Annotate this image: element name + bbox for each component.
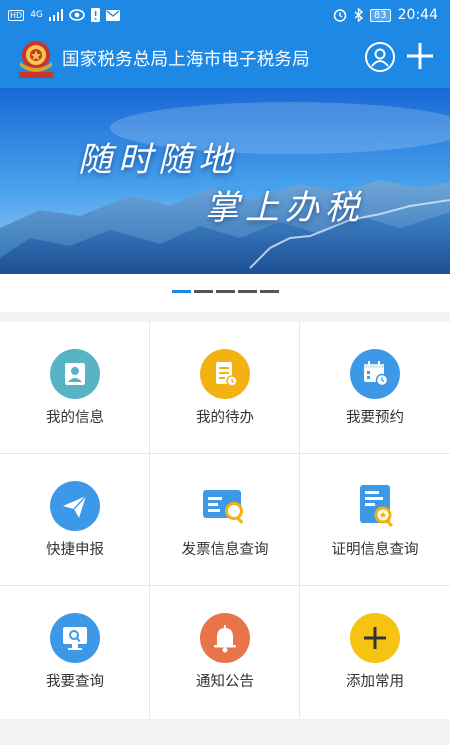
paper-plane-icon (50, 481, 100, 531)
carousel-dot[interactable] (194, 290, 213, 293)
add-button[interactable] (404, 40, 436, 72)
status-bar: HD 4G 83 20:44 (0, 0, 450, 32)
network-badge: 4G (30, 10, 43, 20)
bell-icon (200, 613, 250, 663)
app-title: 国家税务总局上海市电子税务局 (62, 50, 310, 70)
grid-item-label: 快捷申报 (46, 542, 104, 558)
grid-item-label: 我的信息 (46, 410, 104, 426)
invoice-search-icon (203, 490, 244, 524)
grid-item-my-info[interactable]: 我的信息 (0, 322, 150, 454)
user-icon (371, 48, 389, 67)
signal-icon (48, 9, 63, 21)
grid-item-label: 添加常用 (346, 674, 404, 690)
alarm-icon (333, 9, 347, 22)
status-right-icons: 83 20:44 (333, 7, 438, 23)
grid-item-label: 我要查询 (46, 674, 104, 690)
grid-item-invoice-query[interactable]: 发票信息查询 (150, 454, 300, 586)
mail-icon (105, 9, 120, 21)
carousel-indicators (172, 290, 279, 293)
monitor-search-icon (50, 613, 100, 663)
banner-headline-1: 随时随地 (78, 140, 238, 180)
grid-item-quick-declare[interactable]: 快捷申报 (0, 454, 150, 586)
app-bar: 国家税务总局上海市电子税务局 (0, 32, 450, 88)
grid-item-appointment[interactable]: 我要预约 (300, 322, 450, 454)
grid-item-my-todo[interactable]: 我的待办 (150, 322, 300, 454)
bottom-background (0, 719, 450, 745)
todo-icon (200, 349, 250, 399)
grid-item-add-favorite[interactable]: 添加常用 (300, 586, 450, 718)
grid-item-label: 我要预约 (346, 410, 404, 426)
grid-item-query[interactable]: 我要查询 (0, 586, 150, 718)
person-icon (50, 349, 100, 399)
add-icon (350, 613, 400, 663)
user-profile-button[interactable] (365, 42, 395, 72)
feature-grid: 我的信息 我的待办 我要预约 快捷申报 发票信息查询 证明信息查询 我要查询 通… (0, 322, 450, 719)
carousel-indicator-area (0, 274, 450, 312)
banner-headline-2: 掌上办税 (205, 188, 365, 228)
carousel-dot[interactable] (238, 290, 257, 293)
carousel-dot[interactable] (260, 290, 279, 293)
eye-icon (69, 9, 85, 21)
hd-badge: HD (8, 9, 25, 21)
tax-emblem-logo (19, 41, 53, 78)
grid-item-label: 我的待办 (196, 410, 254, 426)
alert-icon (90, 8, 100, 22)
grid-item-certificate-query[interactable]: 证明信息查询 (300, 454, 450, 586)
grid-item-label: 通知公告 (196, 674, 254, 690)
calendar-clock-icon (350, 349, 400, 399)
carousel-dot[interactable] (216, 290, 235, 293)
clock: 20:44 (397, 7, 438, 23)
grid-item-label: 发票信息查询 (181, 542, 269, 558)
carousel-dot-active[interactable] (172, 290, 191, 293)
promo-banner[interactable]: 随时随地 掌上办税 (0, 88, 450, 274)
grid-item-notices[interactable]: 通知公告 (150, 586, 300, 718)
battery-indicator: 83 (369, 8, 391, 22)
grid-item-label: 证明信息查询 (331, 542, 419, 558)
bluetooth-icon (354, 8, 363, 22)
certificate-search-icon (360, 485, 394, 528)
status-left-icons: HD 4G (8, 8, 120, 22)
